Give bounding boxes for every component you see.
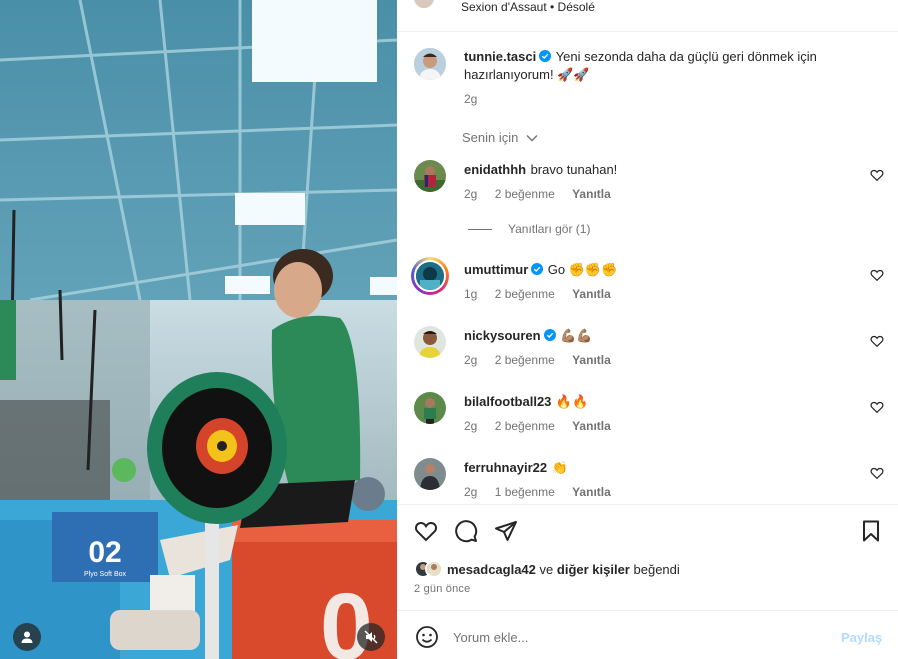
- post-comment-button[interactable]: Paylaş: [841, 630, 882, 645]
- comment-likes[interactable]: 2 beğenme: [495, 287, 555, 301]
- comment-line: bilalfootball23 🔥🔥: [464, 393, 864, 411]
- comment-line: umuttimur Go ✊✊✊: [464, 261, 864, 279]
- header-divider: [397, 31, 898, 32]
- comment-likes[interactable]: 2 beğenme: [495, 353, 555, 367]
- actions-divider: [397, 504, 898, 505]
- comment-text: Go ✊✊✊: [547, 262, 618, 277]
- reply-button[interactable]: Yanıtla: [572, 287, 611, 301]
- caption-username[interactable]: tunnie.tasci: [464, 49, 536, 64]
- like-heart-icon[interactable]: [414, 519, 438, 543]
- other-likers-link[interactable]: diğer kişiler: [557, 562, 630, 577]
- avatar-image: [414, 326, 446, 358]
- comment-bubble-icon[interactable]: [454, 519, 478, 543]
- audio-attribution[interactable]: Sexion d'Assaut • Désolé: [461, 0, 595, 14]
- comment-text: 👏: [551, 460, 568, 475]
- comment-text: 🔥🔥: [555, 394, 589, 409]
- view-replies-label: Yanıtları gör (1): [508, 222, 591, 236]
- avatar-image: [414, 48, 446, 80]
- reply-button[interactable]: Yanıtla: [572, 187, 611, 201]
- comment-time[interactable]: 2g: [464, 419, 477, 433]
- caption-timestamp[interactable]: 2g: [464, 92, 477, 106]
- save-bookmark-icon[interactable]: [859, 519, 883, 543]
- liker-avatar: [425, 560, 443, 578]
- comment-line: ferruhnayir22 👏: [464, 459, 864, 477]
- avatar-image: [416, 262, 444, 290]
- like-comment-heart-icon[interactable]: [870, 168, 884, 182]
- comment-likes[interactable]: 2 beğenme: [495, 419, 555, 433]
- comment-time[interactable]: 2g: [464, 353, 477, 367]
- comment-text: bravo tunahan!: [530, 162, 618, 177]
- comment-username[interactable]: umuttimur: [464, 262, 528, 277]
- muted-speaker-icon: [364, 630, 378, 644]
- avatar-image: [414, 392, 446, 424]
- emoji-smiley-icon[interactable]: [415, 625, 439, 649]
- comment-sort-dropdown[interactable]: Senin için: [462, 130, 538, 145]
- comment-username[interactable]: bilalfootball23: [464, 394, 551, 409]
- liked-by-suffix: beğendi: [633, 561, 680, 577]
- verified-badge-icon: [531, 263, 544, 275]
- verified-badge-icon: [543, 329, 556, 341]
- comment-avatar-ferruhnayir22[interactable]: [414, 458, 446, 490]
- chevron-down-icon: [526, 135, 538, 142]
- comment-avatar-umuttimur[interactable]: [411, 257, 449, 295]
- comment-time[interactable]: 1g: [464, 287, 477, 301]
- comment-line: enidathhh bravo tunahan!: [464, 161, 864, 179]
- mute-toggle-button[interactable]: [357, 623, 385, 651]
- comment-meta: 2g 2 beğenme Yanıtla: [464, 187, 625, 201]
- comment-username[interactable]: ferruhnayir22: [464, 460, 547, 475]
- comments-panel: Sexion d'Assaut • Désolé tunnie.tasci Ye…: [397, 0, 898, 659]
- instagram-post-modal: 02 Plyo Soft Box 0 Sexion d'Assaut • Dés…: [0, 0, 898, 659]
- view-replies-button[interactable]: Yanıtları gör (1): [468, 222, 590, 236]
- comment-meta: 2g 1 beğenme Yanıtla: [464, 485, 625, 499]
- comment-meta: 1g 2 beğenme Yanıtla: [464, 287, 625, 301]
- comment-avatar-enidathhh[interactable]: [414, 160, 446, 192]
- liker-username[interactable]: mesadcagla42: [447, 562, 536, 577]
- video-frame: 02 Plyo Soft Box 0: [0, 0, 397, 659]
- share-plane-icon[interactable]: [494, 519, 518, 543]
- comment-username[interactable]: nickysouren: [464, 328, 541, 343]
- reply-button[interactable]: Yanıtla: [572, 419, 611, 433]
- avatar-image: [427, 562, 441, 576]
- comment-username[interactable]: enidathhh: [464, 162, 526, 177]
- caption-avatar[interactable]: [414, 48, 446, 80]
- box-number: 02: [88, 536, 121, 569]
- like-comment-heart-icon[interactable]: [870, 466, 884, 480]
- comment-meta: 2g 2 beğenme Yanıtla: [464, 353, 625, 367]
- comment-likes[interactable]: 1 beğenme: [495, 485, 555, 499]
- caption-line: tunnie.tasci Yeni sezonda daha da güçlü …: [464, 48, 864, 84]
- comment-avatar-bilalfootball23[interactable]: [414, 392, 446, 424]
- composer-divider: [397, 610, 898, 611]
- comment-time[interactable]: 2g: [464, 187, 477, 201]
- user-icon: [21, 631, 33, 643]
- story-ring: [414, 260, 446, 292]
- comment-likes[interactable]: 2 beğenme: [495, 187, 555, 201]
- reply-button[interactable]: Yanıtla: [572, 353, 611, 367]
- liked-by-connector: ve: [539, 561, 554, 577]
- like-comment-heart-icon[interactable]: [870, 334, 884, 348]
- comment-avatar-nickysouren[interactable]: [414, 326, 446, 358]
- box-label: Plyo Soft Box: [84, 571, 127, 578]
- comment-line: nickysouren 💪🏽💪🏽: [464, 327, 864, 345]
- post-date[interactable]: 2 gün önce: [414, 583, 470, 595]
- like-comment-heart-icon[interactable]: [870, 268, 884, 282]
- liked-by-row[interactable]: mesadcagla42 ve diğer kişiler beğendi: [414, 560, 680, 578]
- comment-text: 💪🏽💪🏽: [560, 328, 593, 343]
- tagged-users-button[interactable]: [13, 623, 41, 651]
- author-avatar-header[interactable]: [414, 0, 434, 8]
- comment-meta: 2g 2 beğenme Yanıtla: [464, 419, 625, 433]
- replies-dash: [468, 228, 492, 230]
- comment-sort-label: Senin için: [462, 130, 519, 145]
- avatar-image: [414, 160, 446, 192]
- liked-by-text: mesadcagla42 ve diğer kişiler beğendi: [447, 562, 680, 577]
- post-video[interactable]: 02 Plyo Soft Box 0: [0, 0, 397, 659]
- reply-button[interactable]: Yanıtla: [572, 485, 611, 499]
- avatar-image: [414, 458, 446, 490]
- comment-input[interactable]: [453, 627, 813, 647]
- like-comment-heart-icon[interactable]: [870, 400, 884, 414]
- verified-badge-icon: [539, 50, 552, 62]
- comment-time[interactable]: 2g: [464, 485, 477, 499]
